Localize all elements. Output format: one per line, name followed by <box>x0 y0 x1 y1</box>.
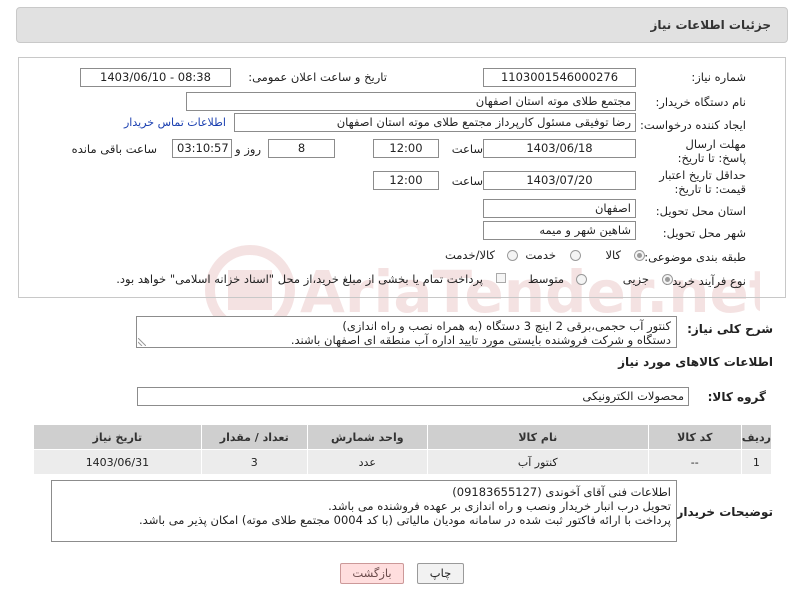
cell-quantity: 3 <box>200 449 308 475</box>
description-line-2: دستگاه و شرکت فروشنده بایستی مورد تایید … <box>290 333 671 347</box>
print-button[interactable]: چاپ <box>417 563 464 584</box>
announce-date-label: تاریخ و ساعت اعلان عمومی: <box>248 70 387 84</box>
col-header-quantity: تعداد / مقدار <box>200 424 308 450</box>
table-row[interactable]: 1 -- کنتور آب عدد 3 1403/06/31 <box>33 449 773 475</box>
need-number-field[interactable]: 1103001546000276 <box>483 68 636 87</box>
col-header-need-date: تاریخ نیاز <box>33 424 202 450</box>
price-validity-label: حداقل تاریخ اعتبار قیمت: تا تاریخ: <box>659 168 746 196</box>
col-header-code: کد کالا <box>647 424 742 450</box>
cell-item-code: -- <box>647 449 742 475</box>
goods-group-field[interactable]: محصولات الکترونیکی <box>137 387 689 406</box>
category-option-service: خدمت <box>525 248 556 262</box>
category-radio-service[interactable] <box>570 250 581 261</box>
remaining-time-label: ساعت باقی مانده <box>71 142 157 156</box>
city-label: شهر محل تحویل: <box>662 226 746 240</box>
goods-group-label: گروه کالا: <box>707 390 766 404</box>
resize-handle-icon[interactable] <box>138 338 146 346</box>
price-hour-label: ساعت <box>451 174 483 188</box>
announce-date-field[interactable]: 1403/06/10 - 08:38 <box>80 68 231 87</box>
col-header-name: نام کالا <box>426 424 649 450</box>
reply-deadline-label: مهلت ارسال پاسخ: تا تاریخ: <box>677 137 746 165</box>
col-header-row: ردیف <box>740 424 773 450</box>
description-label: شرح کلی نیاز: <box>687 322 773 336</box>
items-table-header-row: ردیف کد کالا نام کالا واحد شمارش تعداد /… <box>33 424 773 450</box>
province-field[interactable]: اصفهان <box>483 199 636 218</box>
treasury-payment-note: پرداخت تمام یا بخشی از مبلغ خرید،از محل … <box>116 272 483 286</box>
cell-row-number: 1 <box>740 449 773 475</box>
col-header-unit: واحد شمارش <box>306 424 428 450</box>
description-line-1: کنتور آب حجمی،برقی 2 اینچ 3 دستگاه (به ه… <box>342 319 671 333</box>
buyer-notes-textarea[interactable]: اطلاعات فنی آقای آخوندی (09183655127) تح… <box>51 480 677 542</box>
price-time-field[interactable]: 12:00 <box>373 171 439 190</box>
buyer-notes-line-1: اطلاعات فنی آقای آخوندی (09183655127) <box>452 485 671 499</box>
cell-need-date: 1403/06/31 <box>33 449 202 475</box>
city-field[interactable]: شاهین شهر و میمه <box>483 221 636 240</box>
category-option-goods-service: کالا/خدمت <box>444 248 495 262</box>
items-table: ردیف کد کالا نام کالا واحد شمارش تعداد /… <box>33 424 773 475</box>
treasury-payment-checkbox[interactable] <box>496 273 506 283</box>
page-header: جزئیات اطلاعات نیاز <box>16 7 788 43</box>
back-button[interactable]: بازگشت <box>340 563 404 584</box>
price-date-field[interactable]: 1403/07/20 <box>483 171 636 190</box>
buyer-notes-line-2: تحویل درب انبار خریدار ونصب و راه اندازی… <box>328 499 671 513</box>
page-title: جزئیات اطلاعات نیاز <box>650 18 771 32</box>
province-label: استان محل تحویل: <box>655 204 746 218</box>
days-and-label: روز و <box>235 142 261 156</box>
reply-hour-label: ساعت <box>451 142 483 156</box>
need-number-label: شماره نیاز: <box>691 70 746 84</box>
remaining-time-field[interactable]: 03:10:57 <box>172 139 232 158</box>
cell-item-name: کنتور آب <box>426 449 649 475</box>
creator-label: ایجاد کننده درخواست: <box>640 118 746 132</box>
process-radio-medium[interactable] <box>576 274 587 285</box>
reply-time-field[interactable]: 12:00 <box>373 139 439 158</box>
category-option-goods: کالا <box>605 248 621 262</box>
process-type-label: نوع فرآیند خرید : <box>664 274 746 288</box>
cell-unit: عدد <box>306 449 428 475</box>
buyer-org-field[interactable]: مجتمع طلای موته استان اصفهان <box>186 92 636 111</box>
description-textarea[interactable]: کنتور آب حجمی،برقی 2 اینچ 3 دستگاه (به ه… <box>136 316 677 348</box>
creator-field[interactable]: رضا توفیقی مسئول کارپرداز مجتمع طلای موت… <box>234 113 636 132</box>
goods-info-title: اطلاعات کالاهای مورد نیاز <box>618 355 773 369</box>
buyer-org-label: نام دستگاه خریدار: <box>655 95 746 109</box>
reply-date-field[interactable]: 1403/06/18 <box>483 139 636 158</box>
buyer-notes-label: توضیحات خریدار: <box>671 505 773 519</box>
buyer-contact-link[interactable]: اطلاعات تماس خریدار <box>124 116 226 129</box>
days-remaining-field[interactable]: 8 <box>268 139 335 158</box>
process-option-minor: جزیی <box>622 272 649 286</box>
category-radio-goods-service[interactable] <box>507 250 518 261</box>
process-radio-minor[interactable] <box>662 274 673 285</box>
category-label: طبقه بندی موضوعی: <box>644 250 746 264</box>
category-radio-goods[interactable] <box>634 250 645 261</box>
process-option-medium: متوسط <box>527 272 564 286</box>
buyer-notes-line-3: پرداخت با ارائه فاکتور ثبت شده در سامانه… <box>139 513 671 527</box>
